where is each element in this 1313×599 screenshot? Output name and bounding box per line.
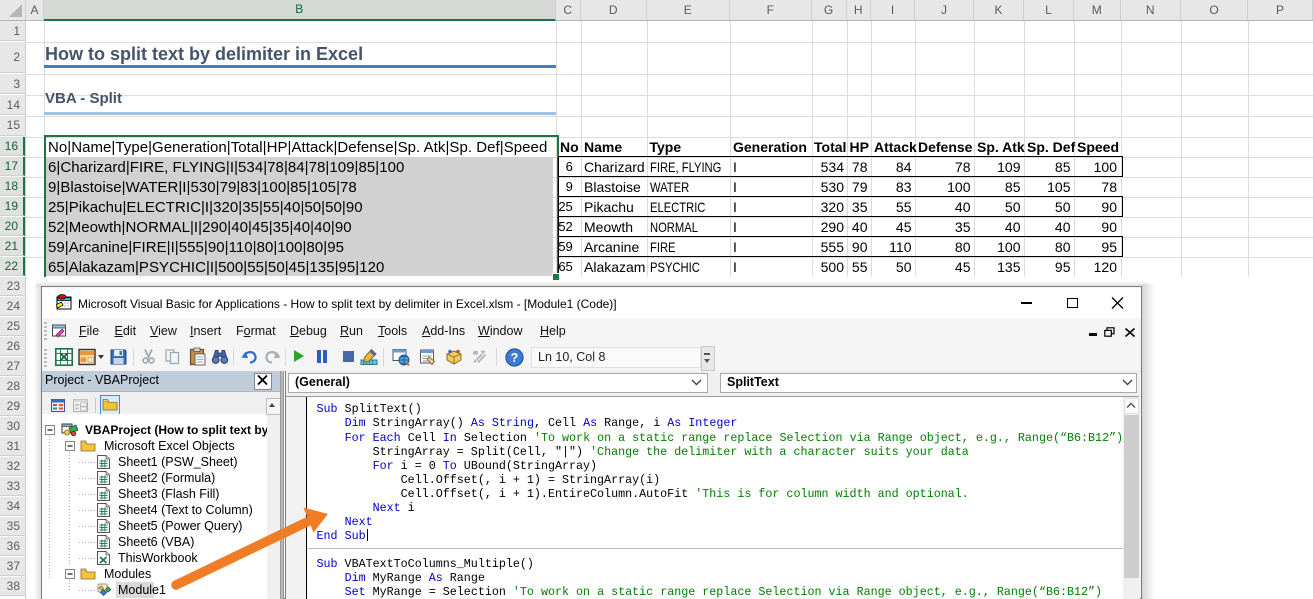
svg-text:?: ? [511,351,519,365]
